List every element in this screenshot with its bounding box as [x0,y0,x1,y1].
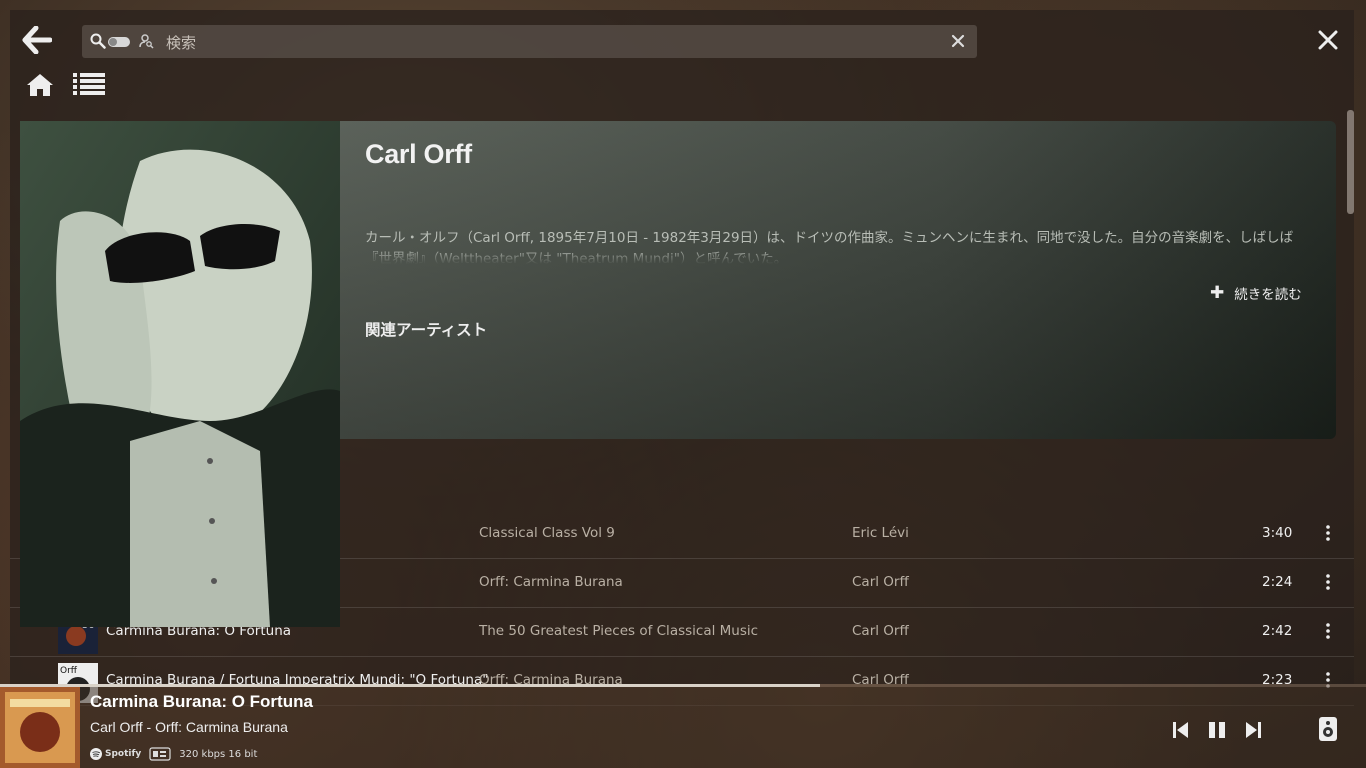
plus-icon: ✚ [1210,283,1225,303]
track-album[interactable]: Orff: Carmina Burana [479,574,623,590]
search-mode-toggle[interactable] [108,37,130,47]
user-search-icon[interactable] [138,33,154,49]
search-bar [82,25,977,58]
artist-bio: カール・オルフ（Carl Orff, 1895年7月10日 - 1982年3月2… [365,230,1294,264]
read-more-label: 続きを読む [1234,287,1302,303]
home-icon[interactable] [26,72,54,98]
track-duration: 2:42 [1262,623,1293,639]
related-artists-heading: 関連アーティスト [365,321,488,339]
skip-forward-icon[interactable] [1244,720,1262,740]
track-artist[interactable]: Eric Lévi [852,525,909,541]
search-input[interactable] [164,29,948,56]
svg-text:Orff: Orff [60,666,78,676]
now-playing-bar: Carmina Burana: O Fortuna Carl Orff - Or… [0,687,1366,768]
track-artist[interactable]: Carl Orff [852,623,909,639]
now-playing-title: Carmina Burana: O Fortuna [90,692,313,711]
speaker-icon[interactable] [1318,716,1338,742]
service-label: Spotify [105,749,142,759]
artist-name: Carl Orff [365,139,472,169]
spotify-icon [90,748,102,760]
clear-search-icon[interactable] [951,34,965,48]
track-duration: 3:40 [1262,525,1293,541]
pause-icon[interactable] [1208,720,1226,740]
close-icon[interactable] [1318,30,1338,50]
track-duration: 2:24 [1262,574,1293,590]
more-options-icon[interactable] [1325,574,1331,590]
track-artist[interactable]: Carl Orff [852,574,909,590]
back-arrow-icon[interactable] [22,26,52,54]
read-more-button[interactable]: ✚ 続きを読む [1210,283,1302,303]
track-album[interactable]: Classical Class Vol 9 [479,525,615,541]
hires-icon [149,747,171,761]
more-options-icon[interactable] [1325,525,1331,541]
service-badge: Spotify [90,748,141,760]
track-album[interactable]: The 50 Greatest Pieces of Classical Musi… [479,623,758,639]
skip-back-icon[interactable] [1172,720,1190,740]
queue-list-icon[interactable] [73,72,105,96]
audio-quality: 320 kbps 16 bit [179,748,258,760]
search-icon [90,33,106,49]
now-playing-meta: Spotify 320 kbps 16 bit [90,747,257,761]
artist-photo [20,121,340,627]
now-playing-subtitle[interactable]: Carl Orff - Orff: Carmina Burana [90,719,288,735]
scrollbar[interactable] [1347,110,1354,214]
more-options-icon[interactable] [1325,623,1331,639]
now-playing-cover[interactable] [0,687,80,768]
